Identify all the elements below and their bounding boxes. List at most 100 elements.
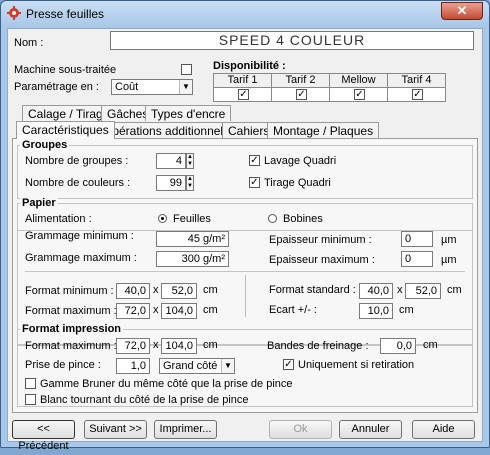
gamme-checkbox[interactable] bbox=[25, 378, 36, 389]
grammage-max-input[interactable]: 300 g/m² bbox=[156, 251, 229, 267]
nb-groupes-label: Nombre de groupes : bbox=[25, 155, 129, 167]
tarif-3-checkbox[interactable]: ✓ bbox=[354, 89, 365, 100]
prise-input[interactable]: 1,0 bbox=[116, 358, 150, 374]
retiration-checkbox[interactable]: ✓ bbox=[283, 359, 294, 370]
bandes-input[interactable]: 0,0 bbox=[380, 338, 416, 354]
tarif-2-checkbox[interactable]: ✓ bbox=[296, 89, 307, 100]
window-title: Presse feuilles bbox=[26, 7, 105, 21]
tarif-1-checkbox[interactable]: ✓ bbox=[238, 89, 249, 100]
feuilles-label: Feuilles bbox=[173, 213, 211, 225]
chevron-down-icon: ▼ bbox=[221, 359, 234, 373]
nb-groupes-input[interactable]: 4 bbox=[156, 153, 186, 169]
imprimer-button[interactable]: Imprimer... bbox=[154, 420, 217, 439]
tarif-header-2: Tarif 2 bbox=[271, 73, 330, 88]
tarif-header-1: Tarif 1 bbox=[213, 73, 272, 88]
suivant-button[interactable]: Suivant >> bbox=[84, 420, 147, 439]
format-std-width[interactable]: 40,0 bbox=[359, 283, 393, 299]
nb-groupes-stepper[interactable]: ▲ ▼ bbox=[186, 153, 194, 169]
tarif-cell-1: ✓ bbox=[213, 87, 272, 102]
format-std-height[interactable]: 52,0 bbox=[405, 283, 441, 299]
papier-title: Papier bbox=[20, 197, 58, 209]
close-button[interactable]: ✕ bbox=[441, 2, 483, 20]
sous-traitee-label: Machine sous-traitée bbox=[14, 64, 117, 76]
format-min-width[interactable]: 40,0 bbox=[116, 283, 150, 299]
tirage-label: Tirage Quadri bbox=[264, 177, 331, 189]
bobines-radio[interactable] bbox=[268, 214, 277, 223]
tarif-cell-2: ✓ bbox=[271, 87, 330, 102]
bobines-label: Bobines bbox=[283, 213, 323, 225]
name-field[interactable]: SPEED 4 COULEUR bbox=[110, 31, 474, 50]
sous-traitee-checkbox[interactable] bbox=[181, 64, 192, 75]
blanc-label: Blanc tournant du côté de la prise de pi… bbox=[40, 394, 249, 406]
alimentation-label: Alimentation : bbox=[25, 213, 92, 225]
format-max-width[interactable]: 72,0 bbox=[116, 303, 150, 319]
bandes-label: Bandes de freinage : bbox=[267, 340, 369, 352]
format-min-label: Format minimum : bbox=[25, 285, 114, 297]
parametrage-select[interactable]: Coût ▼ bbox=[111, 79, 193, 95]
gamme-label: Gamme Bruner du même côté que la prise d… bbox=[40, 378, 293, 390]
lavage-label: Lavage Quadri bbox=[264, 155, 337, 167]
nb-couleurs-stepper[interactable]: ▲ ▼ bbox=[186, 175, 194, 191]
tarif-cell-3: ✓ bbox=[329, 87, 388, 102]
prise-side-select[interactable]: Grand côté ▼ bbox=[159, 358, 235, 374]
tarif-cell-4: ✓ bbox=[387, 87, 446, 102]
epaisseur-max-input[interactable]: 0 bbox=[401, 251, 433, 267]
fi-format-max-width[interactable]: 72,0 bbox=[116, 338, 150, 354]
format-min-x: x bbox=[153, 284, 159, 296]
chevron-down-icon: ▼ bbox=[179, 80, 192, 94]
lavage-checkbox[interactable]: ✓ bbox=[249, 155, 260, 166]
format-max-unit: cm bbox=[203, 304, 218, 316]
fi-format-max-x: x bbox=[153, 339, 159, 351]
tarif-header-3: Mellow bbox=[329, 73, 388, 88]
nb-couleurs-label: Nombre de couleurs : bbox=[25, 177, 131, 189]
groupes-group bbox=[17, 145, 473, 199]
tab-panel: Groupes Nombre de groupes : 4 ▲ ▼ Nombre … bbox=[12, 138, 478, 413]
close-icon: ✕ bbox=[456, 3, 468, 18]
parametrage-value: Coût bbox=[115, 81, 139, 93]
epaisseur-min-label: Epaisseur minimum : bbox=[269, 234, 372, 246]
ok-button[interactable]: Ok bbox=[269, 420, 332, 439]
format-std-label: Format standard : bbox=[269, 284, 356, 296]
aide-button[interactable]: Aide bbox=[412, 420, 475, 439]
tab-montage-plaques[interactable]: Montage / Plaques bbox=[267, 122, 380, 138]
format-max-x: x bbox=[153, 304, 159, 316]
grammage-min-input[interactable]: 45 g/m² bbox=[156, 231, 229, 247]
fi-format-max-unit: cm bbox=[203, 339, 218, 351]
precedent-button[interactable]: << Précédent bbox=[12, 420, 75, 452]
epaisseur-min-input[interactable]: 0 bbox=[401, 231, 433, 247]
feuilles-radio[interactable] bbox=[158, 214, 167, 223]
epaisseur-max-unit: µm bbox=[441, 254, 457, 266]
disponibilite-label: Disponibilité : bbox=[213, 60, 286, 72]
blanc-checkbox[interactable] bbox=[25, 394, 36, 405]
fi-format-max-label: Format maximum : bbox=[25, 340, 117, 352]
format-max-label: Format maximum : bbox=[25, 305, 117, 317]
nb-couleurs-input[interactable]: 99 bbox=[156, 175, 186, 191]
tarif-4-checkbox[interactable]: ✓ bbox=[412, 89, 423, 100]
prise-label: Prise de pince : bbox=[25, 359, 101, 371]
gear-icon bbox=[7, 6, 21, 20]
format-max-height[interactable]: 104,0 bbox=[161, 303, 197, 319]
annuler-button[interactable]: Annuler bbox=[339, 420, 402, 439]
format-min-height[interactable]: 52,0 bbox=[161, 283, 197, 299]
format-std-x: x bbox=[397, 284, 403, 296]
bandes-unit: cm bbox=[423, 339, 438, 351]
tab-types-encre[interactable]: Types d'encre bbox=[145, 105, 232, 121]
name-label: Nom : bbox=[14, 37, 44, 49]
ecart-label: Ecart +/- : bbox=[269, 304, 317, 316]
title-bar[interactable]: Presse feuilles ✕ bbox=[1, 1, 489, 27]
fi-format-max-height[interactable]: 104,0 bbox=[161, 338, 197, 354]
epaisseur-max-label: Epaisseur maximum : bbox=[269, 254, 375, 266]
tirage-checkbox[interactable]: ✓ bbox=[249, 177, 260, 188]
ecart-input[interactable]: 10,0 bbox=[359, 303, 393, 319]
groupes-title: Groupes bbox=[20, 139, 70, 151]
window-client: Nom : SPEED 4 COULEUR Machine sous-trait… bbox=[7, 28, 483, 452]
tarif-header-4: Tarif 4 bbox=[387, 73, 446, 88]
tab-caracteristiques[interactable]: Caractéristiques bbox=[16, 121, 115, 139]
format-min-unit: cm bbox=[203, 284, 218, 296]
papier-separator bbox=[25, 271, 465, 272]
format-std-unit: cm bbox=[447, 284, 462, 296]
papier-vertical-separator bbox=[245, 275, 246, 317]
parametrage-label: Paramétrage en : bbox=[14, 81, 99, 93]
format-impression-title: Format impression bbox=[20, 323, 124, 335]
grammage-max-label: Grammage maximum : bbox=[25, 252, 137, 264]
